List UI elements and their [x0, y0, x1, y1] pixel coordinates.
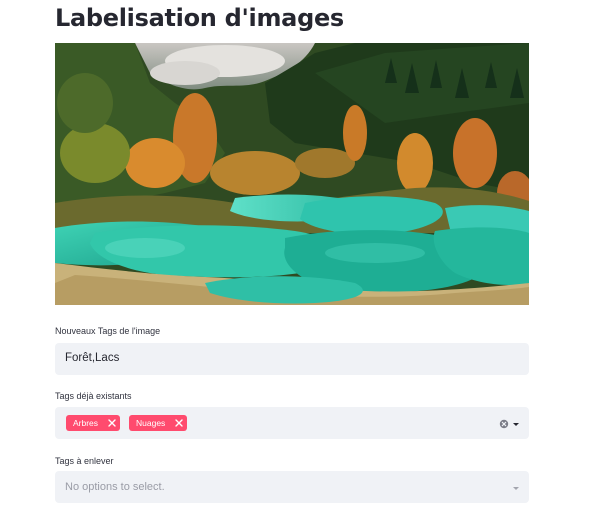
tag-chip-nuages: Nuages: [129, 415, 188, 431]
close-icon[interactable]: [108, 419, 116, 427]
landscape-photo-graphic: [55, 43, 529, 305]
page-title: Labelisation d'images: [55, 4, 344, 32]
new-tags-label: Nouveaux Tags de l'image: [55, 326, 161, 336]
chevron-down-icon[interactable]: [511, 481, 521, 499]
remove-tags-select[interactable]: No options to select.: [55, 471, 529, 503]
clear-all-icon[interactable]: [498, 417, 510, 435]
landscape-image: [55, 43, 529, 305]
remove-tags-placeholder: No options to select.: [65, 481, 165, 493]
tag-chip-label: Arbres: [73, 418, 99, 428]
tag-chip-arbres: Arbres: [66, 415, 121, 431]
close-icon[interactable]: [175, 419, 184, 427]
new-tags-input[interactable]: Forêt,Lacs: [55, 343, 529, 375]
remove-tags-label: Tags à enlever: [55, 456, 114, 466]
tag-chip-label: Nuages: [136, 418, 166, 428]
existing-tags-label: Tags déjà existants: [55, 391, 132, 401]
chevron-down-icon[interactable]: [511, 417, 521, 435]
new-tags-value[interactable]: Forêt,Lacs: [65, 352, 119, 364]
existing-tags-multiselect[interactable]: Arbres Nuages: [55, 407, 529, 439]
